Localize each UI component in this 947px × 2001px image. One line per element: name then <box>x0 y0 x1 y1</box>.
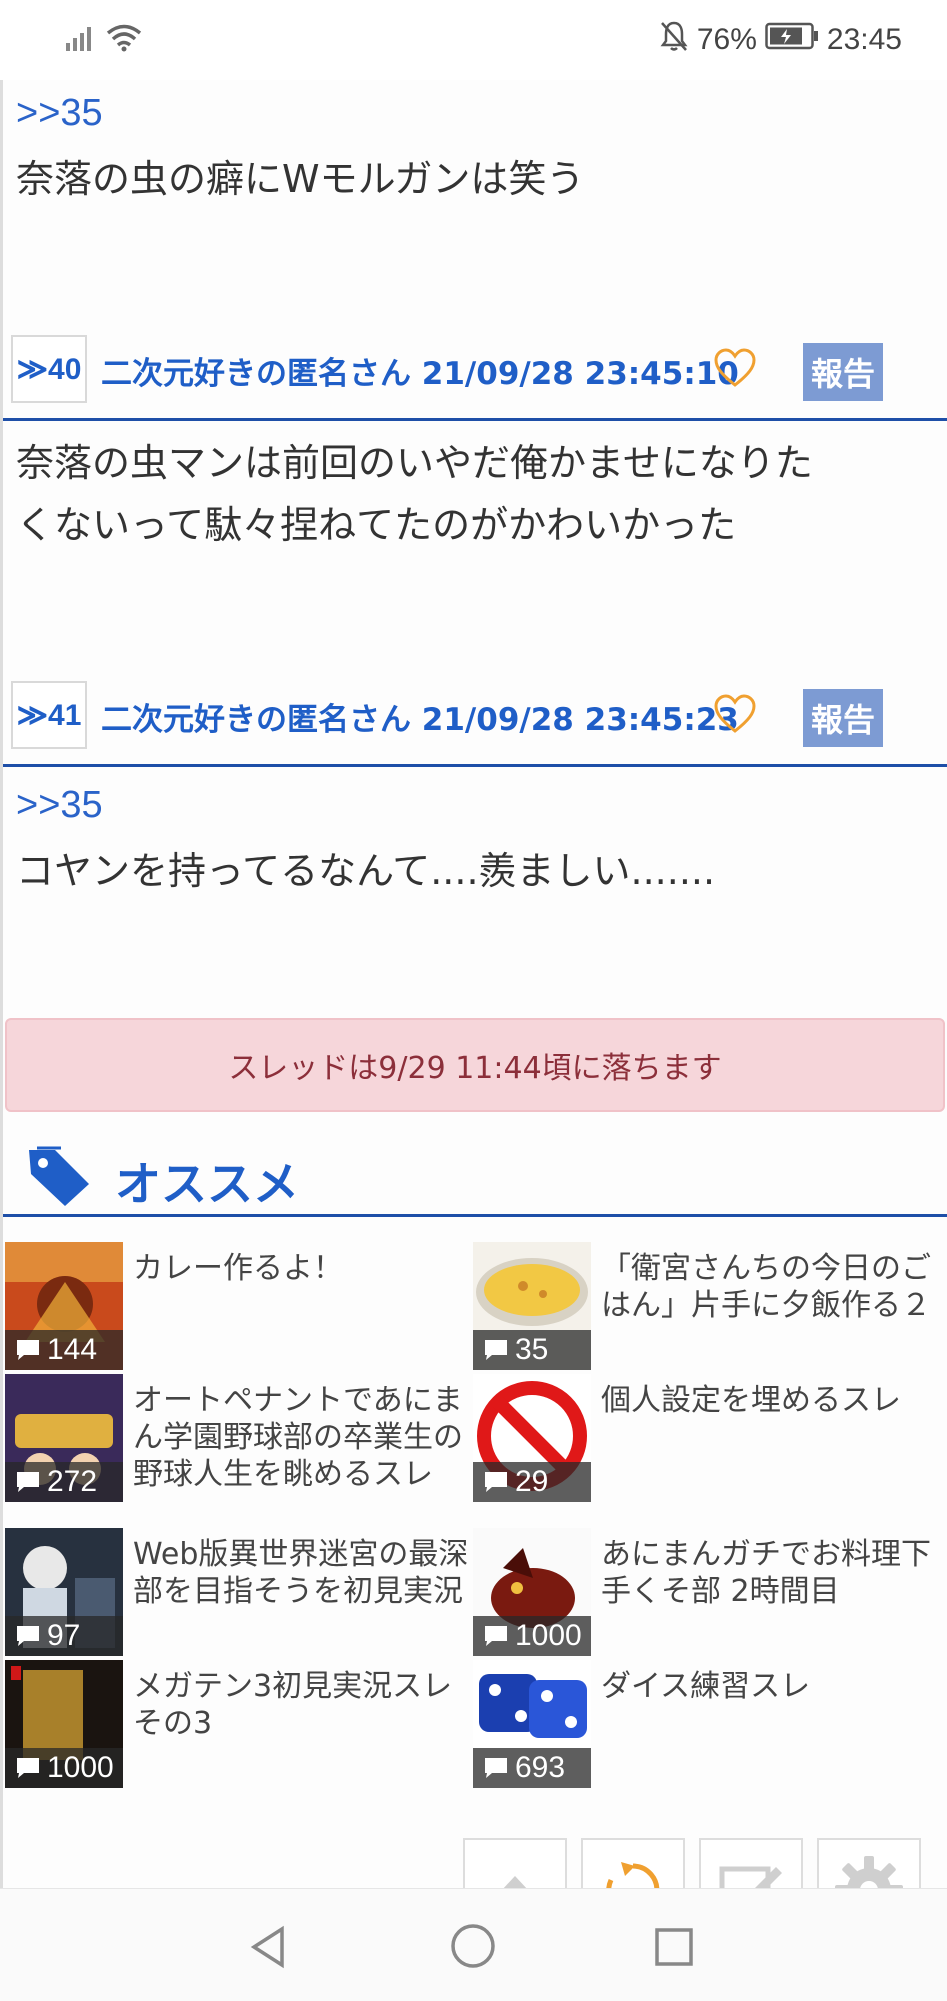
thread-title[interactable]: カレー作るよ！ <box>133 1250 473 1287</box>
home-icon[interactable] <box>450 1923 496 1973</box>
thread-expiry-notice: スレッドは9/29 11:44頃に落ちます <box>5 1018 945 1112</box>
post-author-line: 二次元好きの匿名さん 21/09/28 23:45:23 <box>101 702 739 738</box>
refresh-button[interactable] <box>581 1838 685 1888</box>
comment-count: 35 <box>473 1330 591 1370</box>
battery-percent: 76% <box>696 23 757 56</box>
comment-count: 1000 <box>5 1748 123 1788</box>
report-button[interactable]: 報告 <box>803 343 883 401</box>
post-quote-link[interactable]: >>35 <box>16 92 103 135</box>
recommend-item[interactable]: 35 「衛宮さんちの今日のごはん」片手に夕飯作る２ <box>473 1242 943 1370</box>
system-nav-bar <box>0 1888 947 2001</box>
tag-icon <box>25 1144 95 1212</box>
thread-title[interactable]: メガテン3初見実況スレその3 <box>133 1668 473 1742</box>
signal-icon <box>66 25 96 56</box>
thread-page: >>35 奈落の虫の癖にWモルガンは笑う ≫40 二次元好きの匿名さん 21/0… <box>0 80 947 1888</box>
post-number[interactable]: ≫40 <box>11 335 87 403</box>
thread-thumbnail[interactable]: 35 <box>473 1242 591 1370</box>
recommend-item[interactable]: 272 オートペナントであにまん学園野球部の卒業生の野球人生を眺めるスレ <box>5 1374 475 1502</box>
settings-icon[interactable] <box>831 1852 907 1888</box>
thread-thumbnail[interactable]: 1000 <box>473 1528 591 1656</box>
mute-bell-icon <box>659 20 689 60</box>
post-header: ≫41 二次元好きの匿名さん 21/09/28 23:45:23 報告 <box>3 674 947 767</box>
heart-icon[interactable] <box>713 694 757 734</box>
recommend-item[interactable]: 97 Web版異世界迷宮の最深部を目指そうを初見実況 <box>5 1528 475 1656</box>
comment-icon <box>17 1340 39 1360</box>
thread-title[interactable]: 「衛宮さんちの今日のごはん」片手に夕飯作る２ <box>601 1250 941 1324</box>
post-header: ≫40 二次元好きの匿名さん 21/09/28 23:45:10 報告 <box>3 328 947 421</box>
recommend-item[interactable]: 1000 メガテン3初見実況スレその3 <box>5 1660 475 1788</box>
recommend-item[interactable]: 1000 あにまんガチでお料理下手くそ部 2時間目 <box>473 1528 943 1656</box>
settings-button[interactable] <box>817 1838 921 1888</box>
edit-button[interactable] <box>699 1838 803 1888</box>
comment-count: 29 <box>473 1462 591 1502</box>
clock: 23:45 <box>826 23 902 56</box>
post-author-line: 二次元好きの匿名さん 21/09/28 23:45:10 <box>101 356 739 392</box>
thread-thumbnail[interactable]: 144 <box>5 1242 123 1370</box>
comment-icon <box>485 1340 507 1360</box>
comment-icon <box>485 1472 507 1492</box>
thread-thumbnail[interactable]: 272 <box>5 1374 123 1502</box>
post-number[interactable]: ≫41 <box>11 681 87 749</box>
thread-title[interactable]: 個人設定を埋めるスレ <box>601 1382 941 1419</box>
comment-count: 693 <box>473 1748 591 1788</box>
comment-icon <box>17 1472 39 1492</box>
comment-icon <box>17 1758 39 1778</box>
scroll-top-button[interactable] <box>463 1838 567 1888</box>
comment-icon <box>485 1626 507 1646</box>
comment-count: 144 <box>5 1330 123 1370</box>
comment-icon <box>17 1626 39 1646</box>
thread-thumbnail[interactable]: 97 <box>5 1528 123 1656</box>
post-quote-link[interactable]: >>35 <box>16 784 103 827</box>
comment-count: 97 <box>5 1616 123 1656</box>
thread-title[interactable]: ダイス練習スレ <box>601 1668 941 1705</box>
thread-thumbnail[interactable]: 1000 <box>5 1660 123 1788</box>
post-body-line: 奈落の虫マンは前回のいやだ俺かませになりた <box>16 441 813 485</box>
back-icon[interactable] <box>248 1925 288 1973</box>
recents-icon[interactable] <box>654 1927 694 1971</box>
post-body: コヤンを持ってるなんて....羨ましい....... <box>16 849 716 893</box>
thread-title[interactable]: あにまんガチでお料理下手くそ部 2時間目 <box>601 1536 941 1610</box>
recommend-item[interactable]: 693 ダイス練習スレ <box>473 1660 943 1788</box>
thread-thumbnail[interactable]: 693 <box>473 1660 591 1788</box>
battery-icon <box>765 22 819 58</box>
thread-title[interactable]: オートペナントであにまん学園野球部の卒業生の野球人生を眺めるスレ <box>133 1382 473 1493</box>
recommend-item[interactable]: 144 カレー作るよ！ <box>5 1242 475 1370</box>
wifi-icon <box>106 24 142 57</box>
post-body: 奈落の虫マンは前回のいやだ俺かませになりた くないって駄々捏ねてたのがかわいかっ… <box>16 432 936 556</box>
report-button[interactable]: 報告 <box>803 689 883 747</box>
thread-thumbnail[interactable]: 29 <box>473 1374 591 1502</box>
heart-icon[interactable] <box>713 348 757 388</box>
post-body-line: くないって駄々捏ねてたのがかわいかった <box>16 503 737 547</box>
post-body: 奈落の虫の癖にWモルガンは笑う <box>16 157 585 201</box>
scroll-top-icon[interactable] <box>483 1870 547 1888</box>
edit-icon[interactable] <box>716 1855 786 1888</box>
recommend-title: オススメ <box>115 1157 299 1211</box>
comment-icon <box>485 1758 507 1778</box>
refresh-icon[interactable] <box>601 1858 665 1888</box>
recommend-item[interactable]: 29 個人設定を埋めるスレ <box>473 1374 943 1502</box>
comment-count: 272 <box>5 1462 123 1502</box>
recommend-header: オススメ <box>3 1140 947 1217</box>
comment-count: 1000 <box>473 1616 591 1656</box>
status-bar: 76% 23:45 <box>0 0 947 80</box>
thread-title[interactable]: Web版異世界迷宮の最深部を目指そうを初見実況 <box>133 1536 473 1610</box>
